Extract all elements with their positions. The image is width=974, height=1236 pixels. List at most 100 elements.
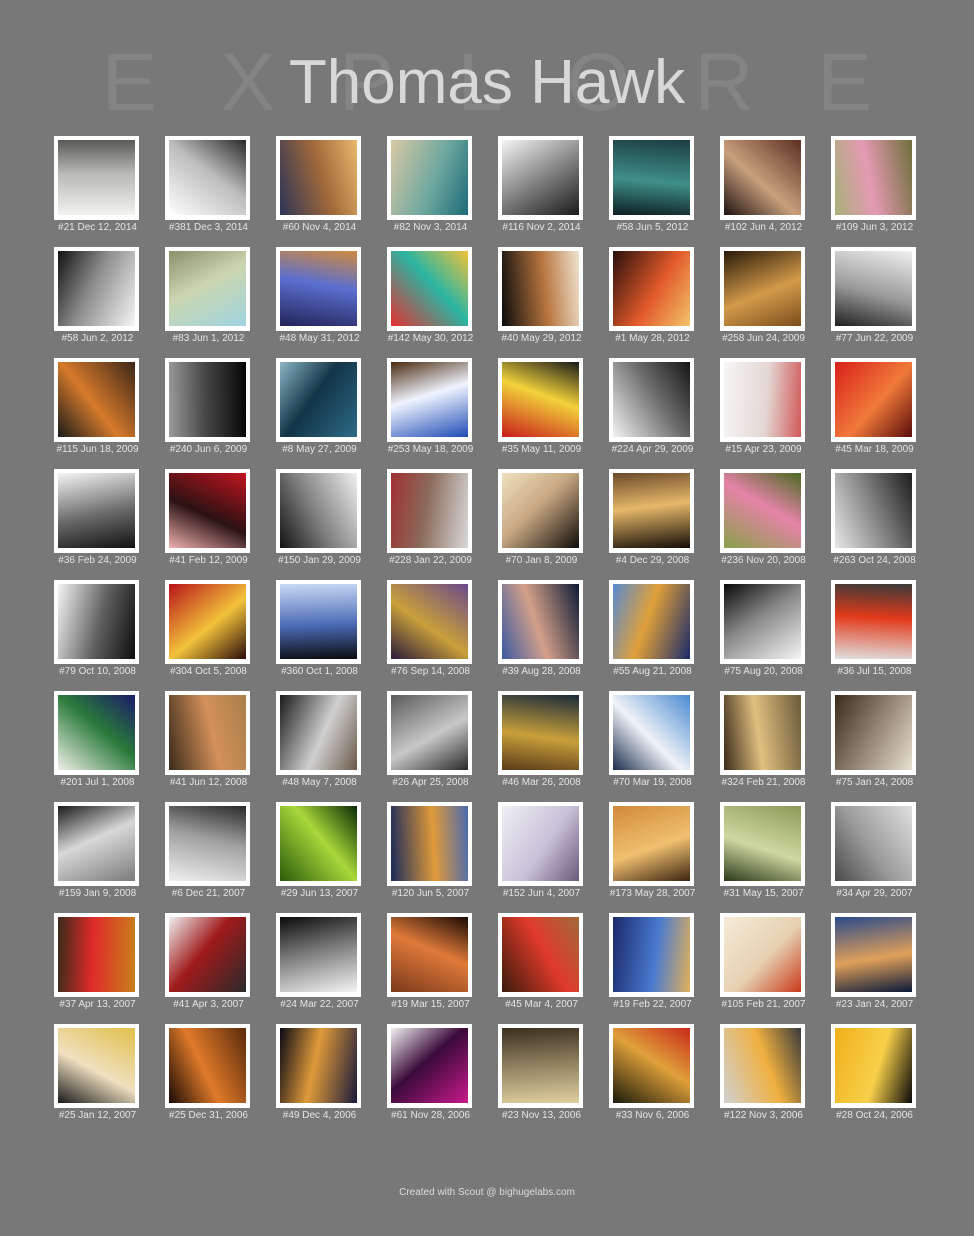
photo-frame[interactable] [165, 802, 250, 886]
photo-frame[interactable] [831, 469, 916, 553]
photo-tile[interactable]: #152 Jun 4, 2007 [498, 802, 585, 899]
photo-thumbnail[interactable] [280, 362, 357, 437]
photo-thumbnail[interactable] [724, 806, 801, 881]
photo-frame[interactable] [831, 802, 916, 886]
photo-tile[interactable]: #253 May 18, 2009 [387, 358, 474, 455]
photo-thumbnail[interactable] [58, 251, 135, 326]
photo-tile[interactable]: #77 Jun 22, 2009 [831, 247, 918, 344]
photo-tile[interactable]: #25 Dec 31, 2006 [165, 1024, 252, 1121]
photo-thumbnail[interactable] [835, 584, 912, 659]
photo-tile[interactable]: #70 Jan 8, 2009 [498, 469, 585, 566]
photo-tile[interactable]: #39 Aug 28, 2008 [498, 580, 585, 677]
photo-frame[interactable] [831, 247, 916, 331]
photo-tile[interactable]: #60 Nov 4, 2014 [276, 136, 363, 233]
photo-thumbnail[interactable] [58, 140, 135, 215]
photo-frame[interactable] [276, 913, 361, 997]
photo-thumbnail[interactable] [835, 362, 912, 437]
photo-thumbnail[interactable] [502, 695, 579, 770]
photo-tile[interactable]: #263 Oct 24, 2008 [831, 469, 918, 566]
photo-thumbnail[interactable] [58, 1028, 135, 1103]
photo-frame[interactable] [720, 691, 805, 775]
photo-frame[interactable] [276, 580, 361, 664]
photo-thumbnail[interactable] [835, 1028, 912, 1103]
photo-tile[interactable]: #224 Apr 29, 2009 [609, 358, 696, 455]
photo-frame[interactable] [720, 469, 805, 553]
photo-frame[interactable] [54, 1024, 139, 1108]
photo-thumbnail[interactable] [169, 806, 246, 881]
photo-frame[interactable] [276, 469, 361, 553]
photo-thumbnail[interactable] [280, 1028, 357, 1103]
photo-tile[interactable]: #15 Apr 23, 2009 [720, 358, 807, 455]
photo-thumbnail[interactable] [502, 362, 579, 437]
photo-frame[interactable] [498, 469, 583, 553]
photo-thumbnail[interactable] [280, 695, 357, 770]
photo-tile[interactable]: #58 Jun 2, 2012 [54, 247, 141, 344]
photo-frame[interactable] [54, 469, 139, 553]
photo-frame[interactable] [720, 802, 805, 886]
photo-tile[interactable]: #24 Mar 22, 2007 [276, 913, 363, 1010]
photo-frame[interactable] [165, 913, 250, 997]
photo-frame[interactable] [720, 913, 805, 997]
photo-frame[interactable] [498, 691, 583, 775]
photo-tile[interactable]: #21 Dec 12, 2014 [54, 136, 141, 233]
photo-tile[interactable]: #46 Mar 26, 2008 [498, 691, 585, 788]
photo-tile[interactable]: #41 Jun 12, 2008 [165, 691, 252, 788]
photo-frame[interactable] [387, 358, 472, 442]
photo-tile[interactable]: #40 May 29, 2012 [498, 247, 585, 344]
photo-tile[interactable]: #381 Dec 3, 2014 [165, 136, 252, 233]
photo-frame[interactable] [498, 913, 583, 997]
photo-thumbnail[interactable] [835, 473, 912, 548]
photo-frame[interactable] [387, 691, 472, 775]
photo-thumbnail[interactable] [391, 917, 468, 992]
photo-tile[interactable]: #304 Oct 5, 2008 [165, 580, 252, 677]
photo-thumbnail[interactable] [58, 806, 135, 881]
photo-thumbnail[interactable] [724, 362, 801, 437]
photo-tile[interactable]: #6 Dec 21, 2007 [165, 802, 252, 899]
photo-frame[interactable] [609, 580, 694, 664]
photo-frame[interactable] [276, 1024, 361, 1108]
photo-tile[interactable]: #142 May 30, 2012 [387, 247, 474, 344]
photo-thumbnail[interactable] [502, 473, 579, 548]
photo-tile[interactable]: #4 Dec 29, 2008 [609, 469, 696, 566]
photo-frame[interactable] [720, 247, 805, 331]
photo-frame[interactable] [498, 358, 583, 442]
photo-tile[interactable]: #36 Feb 24, 2009 [54, 469, 141, 566]
photo-thumbnail[interactable] [391, 362, 468, 437]
photo-thumbnail[interactable] [613, 251, 690, 326]
photo-tile[interactable]: #150 Jan 29, 2009 [276, 469, 363, 566]
photo-frame[interactable] [276, 358, 361, 442]
photo-tile[interactable]: #159 Jan 9, 2008 [54, 802, 141, 899]
photo-thumbnail[interactable] [58, 584, 135, 659]
photo-frame[interactable] [165, 691, 250, 775]
photo-tile[interactable]: #31 May 15, 2007 [720, 802, 807, 899]
photo-tile[interactable]: #122 Nov 3, 2006 [720, 1024, 807, 1121]
photo-tile[interactable]: #33 Nov 6, 2006 [609, 1024, 696, 1121]
photo-frame[interactable] [54, 691, 139, 775]
photo-frame[interactable] [609, 247, 694, 331]
photo-thumbnail[interactable] [724, 917, 801, 992]
photo-tile[interactable]: #37 Apr 13, 2007 [54, 913, 141, 1010]
photo-tile[interactable]: #48 May 7, 2008 [276, 691, 363, 788]
photo-frame[interactable] [498, 802, 583, 886]
photo-thumbnail[interactable] [169, 695, 246, 770]
photo-thumbnail[interactable] [502, 806, 579, 881]
photo-tile[interactable]: #82 Nov 3, 2014 [387, 136, 474, 233]
photo-thumbnail[interactable] [502, 251, 579, 326]
photo-frame[interactable] [54, 247, 139, 331]
photo-tile[interactable]: #28 Oct 24, 2006 [831, 1024, 918, 1121]
photo-tile[interactable]: #41 Feb 12, 2009 [165, 469, 252, 566]
photo-thumbnail[interactable] [724, 251, 801, 326]
photo-tile[interactable]: #19 Feb 22, 2007 [609, 913, 696, 1010]
photo-thumbnail[interactable] [280, 473, 357, 548]
photo-frame[interactable] [165, 136, 250, 220]
photo-frame[interactable] [720, 358, 805, 442]
photo-thumbnail[interactable] [391, 806, 468, 881]
photo-thumbnail[interactable] [724, 140, 801, 215]
photo-tile[interactable]: #109 Jun 3, 2012 [831, 136, 918, 233]
photo-tile[interactable]: #58 Jun 5, 2012 [609, 136, 696, 233]
photo-frame[interactable] [498, 247, 583, 331]
photo-thumbnail[interactable] [724, 473, 801, 548]
photo-thumbnail[interactable] [502, 1028, 579, 1103]
photo-frame[interactable] [387, 247, 472, 331]
photo-thumbnail[interactable] [835, 806, 912, 881]
